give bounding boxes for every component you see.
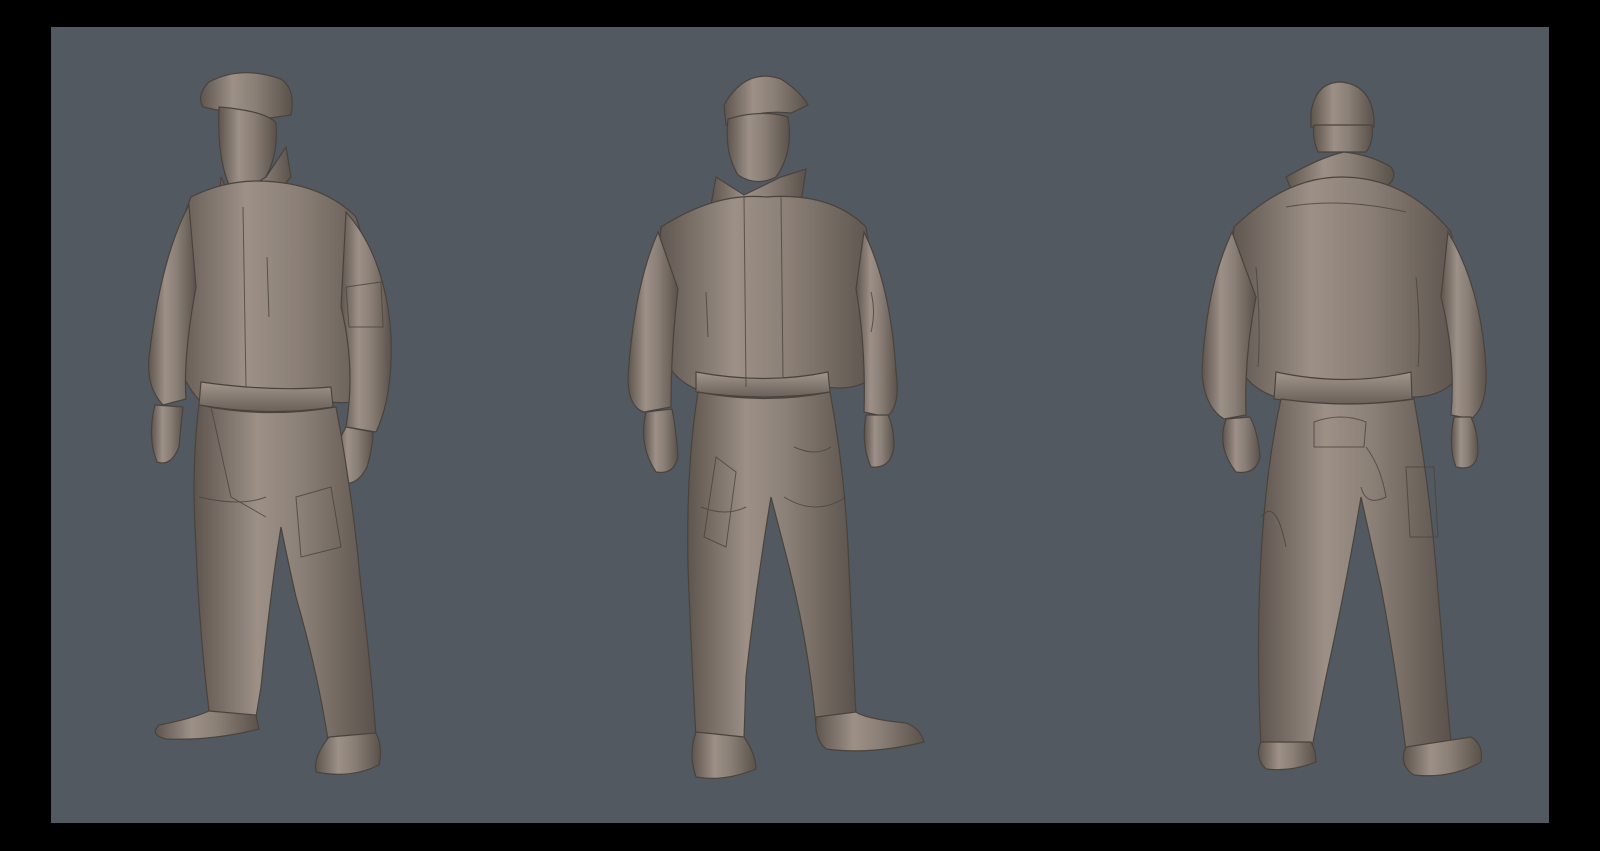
head: [1312, 124, 1373, 153]
trousers: [1257, 398, 1452, 753]
sculpt-figure-front: [616, 27, 925, 823]
jacket: [1229, 176, 1463, 398]
shoe-left: [691, 731, 757, 779]
trousers: [687, 391, 857, 740]
hand-left: [150, 404, 184, 464]
sculpt-figure-back: [1166, 27, 1496, 823]
shoe-right: [314, 732, 382, 775]
hand-right: [863, 414, 895, 468]
render-viewport: [51, 27, 1549, 823]
head: [726, 112, 791, 183]
cap: [1310, 81, 1375, 128]
shoe-right: [815, 711, 925, 752]
shoe-left: [154, 710, 260, 740]
hand-right: [1450, 416, 1479, 469]
black-frame: [0, 0, 1600, 851]
sculpt-figure-three-quarter: [91, 27, 411, 823]
hand-left: [1222, 416, 1261, 474]
shoe-left: [1257, 741, 1317, 771]
jacket: [656, 195, 879, 390]
hand-left: [642, 408, 679, 474]
